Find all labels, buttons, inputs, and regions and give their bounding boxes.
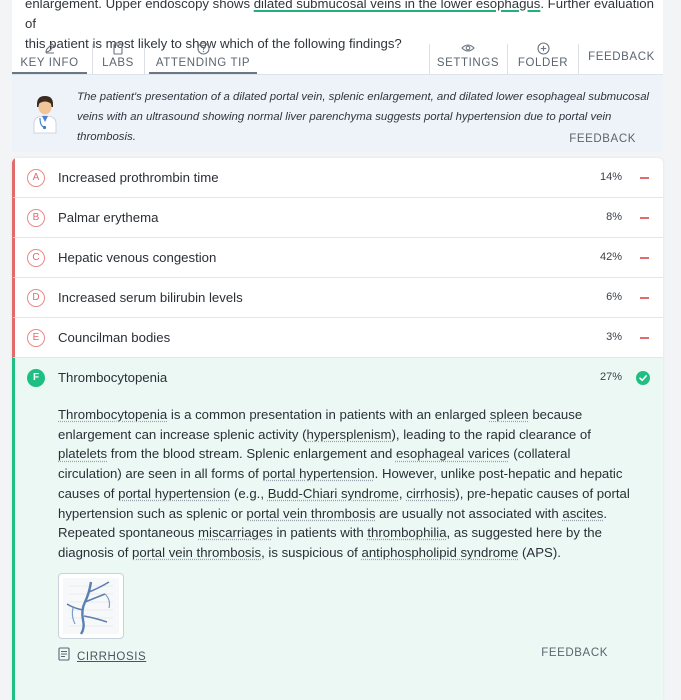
answer-explanation: Thrombocytopenia is a common presentatio… — [12, 398, 663, 700]
plus-circle-icon — [536, 40, 550, 56]
term-link[interactable]: portal hypertension — [263, 466, 375, 481]
choice-label: Thrombocytopenia — [58, 370, 168, 385]
answer-choice-f[interactable]: F Thrombocytopenia 27% — [12, 358, 663, 398]
choice-letter: D — [27, 289, 45, 307]
choice-label: Increased serum bilirubin levels — [58, 290, 243, 305]
term-link[interactable]: cirrhosis — [406, 486, 455, 501]
clipboard-icon — [112, 40, 124, 56]
choice-letter: C — [27, 249, 45, 267]
minus-icon — [640, 177, 649, 179]
tab-labs[interactable]: LABS — [96, 40, 140, 74]
tab-label: KEY INFO — [20, 57, 79, 69]
tab-settings[interactable]: SETTINGS — [437, 40, 499, 74]
minus-icon — [640, 257, 649, 259]
term-link[interactable]: Thrombocytopenia — [58, 407, 167, 422]
explanation-fragment: are usually not associated with — [375, 505, 563, 521]
answer-choice-d[interactable]: D Increased serum bilirubin levels 6% — [12, 278, 663, 318]
answer-choices: A Increased prothrombin time 14% B Palma… — [12, 158, 663, 700]
choice-letter: A — [27, 169, 45, 187]
help-circle-icon — [196, 40, 210, 56]
tab-label: SETTINGS — [436, 57, 500, 69]
divider — [144, 44, 145, 74]
tab-label: FEEDBACK — [588, 51, 655, 63]
tab-feedback[interactable]: FEEDBACK — [584, 40, 659, 74]
question-text-pre: enlargement. Upper endoscopy shows — [25, 0, 254, 11]
term-link[interactable]: platelets — [58, 446, 107, 461]
answer-choice-a[interactable]: A Increased prothrombin time 14% — [12, 158, 663, 198]
term-link[interactable]: ascites — [562, 506, 603, 521]
explanation-fragment: in patients with — [272, 525, 368, 541]
term-link[interactable]: portal vein thrombosis — [246, 506, 375, 521]
answer-choice-b[interactable]: B Palmar erythema 8% — [12, 198, 663, 238]
minus-icon — [640, 217, 649, 219]
divider — [507, 44, 508, 74]
related-article-label: CIRRHOSIS — [77, 650, 147, 663]
pencil-icon — [44, 40, 56, 56]
term-link[interactable]: miscarriages — [198, 525, 273, 540]
choice-letter: E — [27, 329, 45, 347]
tab-label: ATTENDING TIP — [155, 57, 251, 69]
question-highlight[interactable]: dilated submucosal veins in the lower es… — [254, 0, 541, 11]
term-link[interactable]: spleen — [490, 407, 529, 422]
tab-label: LABS — [102, 57, 134, 69]
choice-label: Palmar erythema — [58, 210, 159, 225]
explanation-fragment: ), leading to the rapid clearance of — [391, 426, 591, 442]
article-icon — [58, 647, 70, 666]
doctor-avatar-icon — [32, 95, 58, 135]
divider — [92, 44, 93, 74]
term-link[interactable]: portal vein thrombosis — [132, 545, 261, 560]
tip-feedback-button[interactable]: FEEDBACK — [569, 133, 636, 145]
term-link[interactable]: esophageal varices — [396, 446, 510, 461]
explanation-fragment: (APS). — [518, 544, 561, 560]
divider — [578, 44, 579, 74]
choice-label: Increased prothrombin time — [58, 170, 219, 185]
question-toolbar: KEY INFO LABS ATTENDING TIP SETTINGS FOL… — [12, 40, 663, 74]
check-circle-icon — [636, 371, 650, 385]
eye-icon — [461, 40, 475, 56]
tab-folder[interactable]: FOLDER — [515, 40, 571, 74]
choice-percent: 3% — [606, 331, 622, 343]
choice-label: Hepatic venous congestion — [58, 250, 217, 265]
choice-letter: B — [27, 209, 45, 227]
term-link[interactable]: Budd-Chiari syndrome — [268, 486, 399, 501]
tab-label: FOLDER — [517, 57, 569, 69]
term-link[interactable]: hypersplenism — [306, 427, 391, 442]
explanation-feedback-button[interactable]: FEEDBACK — [541, 647, 608, 659]
choice-label: Councilman bodies — [58, 330, 171, 345]
explanation-fragment: from the blood stream. Splenic enlargeme… — [107, 446, 396, 462]
choice-percent: 42% — [599, 251, 622, 263]
attending-tip-panel: The patient's presentation of a dilated … — [12, 74, 663, 152]
choice-percent: 8% — [606, 211, 622, 223]
answer-choice-e[interactable]: E Councilman bodies 3% — [12, 318, 663, 358]
related-article-link[interactable]: CIRRHOSIS — [58, 647, 146, 666]
explanation-fragment: (e.g., — [230, 485, 268, 501]
answer-choice-c[interactable]: C Hepatic venous congestion 42% — [12, 238, 663, 278]
minus-icon — [640, 337, 649, 339]
minus-icon — [640, 297, 649, 299]
portal-venous-system-image-thumbnail[interactable] — [58, 573, 124, 639]
term-link[interactable]: antiphospholipid syndrome — [361, 545, 518, 560]
tab-attending-tip[interactable]: ATTENDING TIP — [149, 40, 257, 74]
divider — [429, 44, 430, 74]
choice-letter: F — [27, 369, 45, 387]
explanation-text: Thrombocytopenia is a common presentatio… — [58, 405, 630, 563]
tab-key-info[interactable]: KEY INFO — [12, 40, 87, 74]
choice-percent: 14% — [599, 171, 622, 183]
choice-percent: 6% — [606, 291, 622, 303]
explanation-fragment: is a common presentation in patients wit… — [167, 407, 490, 422]
term-link[interactable]: portal hypertension — [118, 486, 230, 501]
explanation-fragment: , is suspicious of — [261, 544, 362, 560]
choice-percent: 27% — [599, 371, 622, 383]
term-link[interactable]: thrombophilia — [367, 525, 446, 540]
